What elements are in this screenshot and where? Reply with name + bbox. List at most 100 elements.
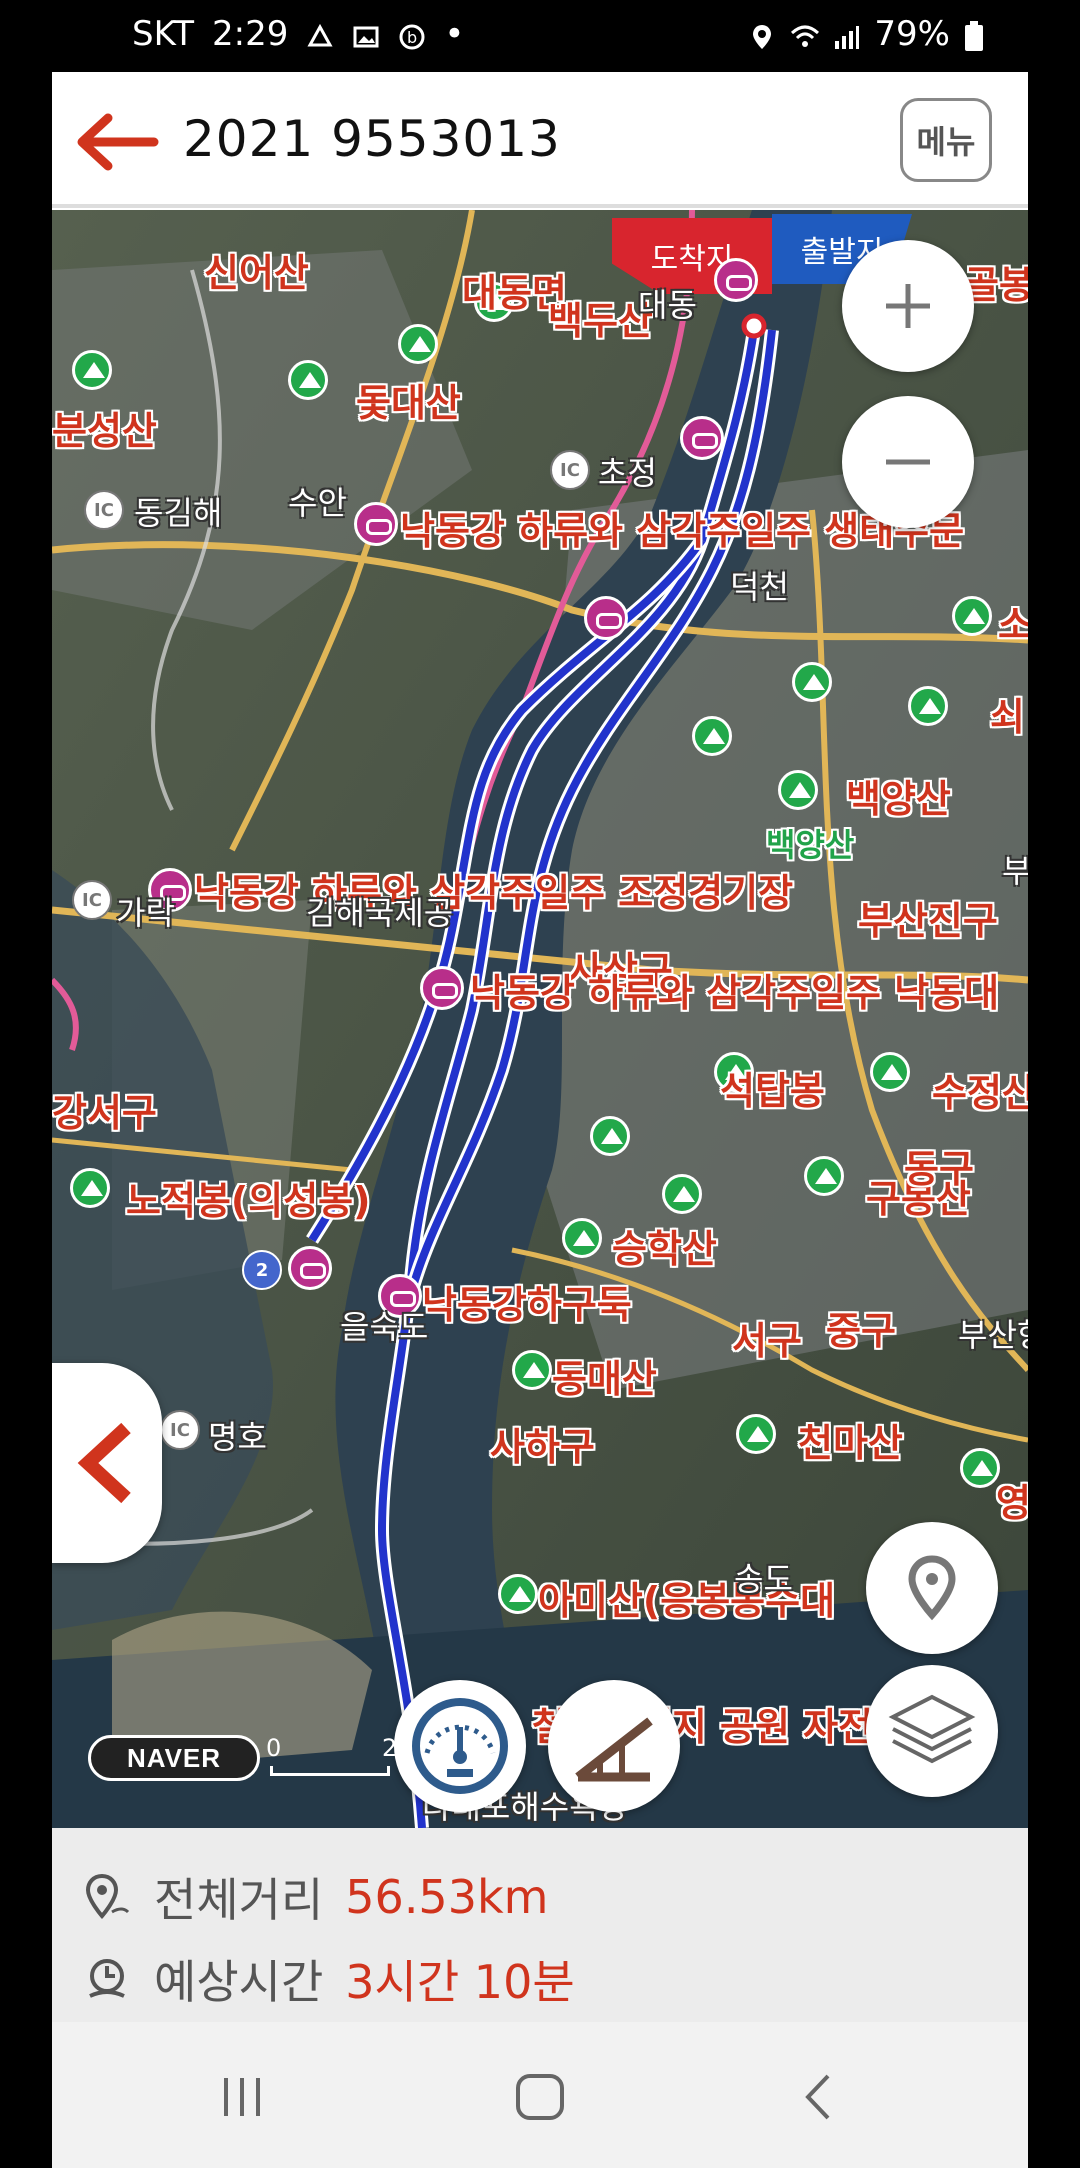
location-pin-icon: [908, 1555, 956, 1621]
map-label: 사하구: [490, 1425, 595, 1469]
time-value: 3시간 10분: [345, 1955, 575, 2009]
map-label: 을숙도: [340, 1308, 429, 1346]
map-label: 강서구: [52, 1091, 157, 1135]
mountain-marker[interactable]: [952, 596, 992, 636]
back-arrow-icon: [77, 113, 159, 171]
carrier-label: SKT: [132, 14, 195, 54]
mountain-marker[interactable]: [72, 350, 112, 390]
mountain-marker[interactable]: [288, 360, 328, 400]
route-number-badge: 2: [242, 1250, 282, 1290]
layers-button[interactable]: [866, 1665, 998, 1797]
map-label: 돛대산: [356, 381, 461, 425]
elevation-icon: [575, 1717, 653, 1782]
dot-icon: •: [444, 14, 465, 54]
map-label: 서구: [732, 1319, 802, 1363]
map-label: 노적봉(의성봉): [126, 1179, 371, 1223]
back-nav-button[interactable]: [788, 2072, 848, 2122]
map-label: 동매산: [552, 1357, 657, 1401]
back-chevron-icon: [805, 2074, 830, 2120]
zoom-out-button[interactable]: [842, 396, 974, 528]
map-label: 송도: [734, 1560, 793, 1598]
recent-apps-button[interactable]: [212, 2072, 272, 2122]
mountain-marker[interactable]: [70, 1168, 110, 1208]
mountain-marker[interactable]: [498, 1574, 538, 1614]
notification-icon: [306, 20, 334, 48]
page-title: 2021 9553013: [183, 110, 561, 168]
speedometer-button[interactable]: [394, 1680, 526, 1812]
ic-badge[interactable]: IC: [550, 450, 590, 490]
scale-bar: 0 2: [266, 1734, 397, 1780]
mountain-marker[interactable]: [590, 1116, 630, 1156]
bike-marker[interactable]: [420, 966, 464, 1010]
svg-text:b: b: [407, 28, 417, 47]
map-view[interactable]: 도착지 출발지 IC IC IC IC 2 신어산 대동면 백두산 대동 분성산…: [52, 210, 1028, 1828]
mountain-marker[interactable]: [736, 1414, 776, 1454]
side-panel-toggle-button[interactable]: [52, 1363, 162, 1563]
ic-badge[interactable]: IC: [72, 880, 112, 920]
home-icon: [516, 2074, 564, 2120]
speedometer-icon: [412, 1698, 508, 1794]
signal-icon: [832, 20, 860, 49]
map-label: 가락: [116, 894, 175, 932]
scale-start: 0: [266, 1734, 282, 1762]
map-label: 부: [1002, 852, 1028, 890]
system-nav-bar: [52, 2022, 1028, 2168]
time-label: 예상시간: [154, 1955, 324, 2009]
bike-marker[interactable]: [714, 258, 758, 302]
map-label: 낙동강 하류와 삼각주일주 조정경기장: [194, 871, 794, 915]
mountain-marker[interactable]: [908, 686, 948, 726]
menu-button[interactable]: 메뉴: [900, 98, 992, 182]
map-label: 수정산: [932, 1071, 1028, 1115]
my-location-button[interactable]: [866, 1522, 998, 1654]
naver-logo: NAVER: [88, 1735, 260, 1781]
recent-apps-icon: [224, 2078, 260, 2116]
mountain-marker[interactable]: [398, 324, 438, 364]
distance-label: 전체거리: [154, 1873, 324, 1927]
map-label: 승학산: [612, 1227, 717, 1271]
location-icon: [748, 20, 776, 49]
chevron-left-icon: [77, 1422, 131, 1504]
mountain-marker[interactable]: [960, 1448, 1000, 1488]
zoom-in-button[interactable]: [842, 240, 974, 372]
mountain-marker[interactable]: [692, 716, 732, 756]
app-frame: 2021 9553013 메뉴 도착지 출발지 IC IC IC IC 2 신어…: [52, 72, 1028, 2168]
status-bar: SKT 2:29 b • 79%: [0, 0, 1080, 72]
mountain-marker[interactable]: [562, 1218, 602, 1258]
mountain-marker[interactable]: [778, 770, 818, 810]
bike-marker[interactable]: [354, 502, 398, 546]
mountain-marker[interactable]: [662, 1174, 702, 1214]
ic-badge[interactable]: IC: [160, 1410, 200, 1450]
bike-marker[interactable]: [680, 416, 724, 460]
map-label: 중구: [826, 1309, 896, 1353]
map-label: 천마산: [798, 1421, 903, 1465]
home-button[interactable]: [510, 2072, 570, 2122]
map-label: 백양산: [846, 777, 951, 821]
header: 2021 9553013 메뉴: [52, 72, 1028, 208]
map-label: 낙동강 하류와 삼각주일주 낙동대: [470, 971, 1000, 1015]
map-label: 김해국제공: [306, 894, 454, 932]
battery-percent: 79%: [874, 14, 950, 54]
map-label: 분성산: [52, 409, 157, 453]
clock: 2:29: [212, 14, 289, 54]
mountain-marker[interactable]: [870, 1052, 910, 1092]
mountain-marker[interactable]: [792, 662, 832, 702]
bike-marker[interactable]: [288, 1246, 332, 1290]
scale-end: 2: [382, 1734, 398, 1762]
map-label: 백양산: [766, 826, 855, 864]
distance-value: 56.53km: [345, 1870, 549, 1924]
battery-icon: [964, 20, 992, 51]
map-label: 신어산: [204, 251, 309, 295]
map-label: 대동: [638, 286, 697, 324]
map-label: 낙동강하구둑: [422, 1283, 632, 1327]
minus-icon: [886, 459, 930, 465]
app-b-icon: b: [398, 20, 426, 50]
back-button[interactable]: [72, 110, 162, 174]
mountain-marker[interactable]: [512, 1350, 552, 1390]
elevation-button[interactable]: [548, 1680, 680, 1812]
map-label: 수안: [288, 484, 347, 522]
bike-marker[interactable]: [584, 596, 628, 640]
mountain-marker[interactable]: [804, 1156, 844, 1196]
map-label: 초정: [598, 454, 657, 492]
ic-badge[interactable]: IC: [84, 490, 124, 530]
layers-icon: [888, 1694, 976, 1764]
